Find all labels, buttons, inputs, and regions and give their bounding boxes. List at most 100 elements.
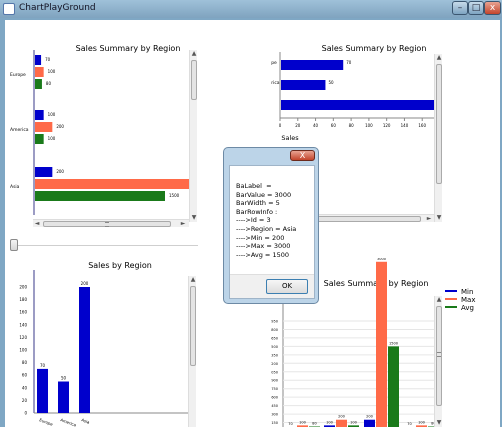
y-tick-label: 600: [271, 396, 278, 400]
data-label: 200: [366, 415, 373, 419]
category-label: Europe: [10, 72, 26, 78]
chart2-vertical-scrollbar[interactable]: ▲ ▼: [434, 54, 442, 222]
y-tick-label: 900: [271, 379, 278, 383]
dialog-body: BaLabel = BarValue = 3000 BarWidth = 5 B…: [229, 165, 315, 299]
bar: [281, 100, 446, 110]
chart1-horizontal-scrollbar[interactable]: ◄ ►: [33, 219, 189, 227]
y-tick-label: 1800: [271, 328, 278, 332]
scroll-down-arrow-icon[interactable]: ▼: [435, 214, 443, 222]
bar: [35, 79, 42, 89]
minimize-button[interactable]: –: [452, 1, 468, 15]
bar: [281, 80, 326, 90]
scroll-right-arrow-icon[interactable]: ►: [179, 220, 187, 228]
legend-label: Max: [461, 296, 475, 304]
bar: [281, 60, 344, 70]
title-bar: ChartPlayGround – □ x: [0, 0, 502, 18]
category-label: America: [10, 127, 29, 133]
data-label: 1500: [389, 341, 398, 345]
y-tick-label: 80: [22, 360, 28, 365]
scroll-up-arrow-icon[interactable]: ▲: [435, 54, 443, 62]
scroll-down-arrow-icon[interactable]: ▼: [190, 214, 198, 222]
bar: [376, 261, 387, 427]
y-tick-label: 1050: [271, 370, 278, 374]
data-label: 80: [312, 421, 316, 425]
data-label: 100: [48, 136, 56, 141]
legend-label: Avg: [461, 304, 474, 312]
zoom-slider-track[interactable]: [15, 245, 198, 247]
data-label: 80: [46, 81, 52, 86]
y-tick-label: 160: [19, 310, 27, 315]
bar: [35, 122, 53, 132]
bar: [364, 419, 375, 427]
y-tick-label: 1650: [271, 336, 278, 340]
category-label: America: [271, 80, 280, 86]
category-label: Asia: [81, 417, 91, 425]
chart1-panel: Sales Summary by RegionMinMaxAvgEurope70…: [5, 20, 198, 230]
scrollbar-thumb[interactable]: [43, 221, 171, 227]
scroll-left-arrow-icon[interactable]: ◄: [33, 220, 41, 228]
window-title: ChartPlayGround: [19, 3, 96, 13]
category-label: America: [60, 417, 78, 427]
x-tick-label: 120: [383, 123, 391, 128]
legend-label: Min: [461, 288, 473, 296]
close-button[interactable]: x: [484, 1, 501, 15]
x-tick-label: 80: [349, 123, 355, 128]
scroll-up-arrow-icon[interactable]: ▲: [190, 50, 198, 58]
y-tick-label: 20: [22, 398, 28, 403]
scroll-down-arrow-icon[interactable]: ▼: [435, 419, 443, 427]
chart3-svg: Sales by Region 0 20 40 60 80 100 120 140 160 180 2…: [19, 261, 189, 427]
y-tick-label: 200: [19, 285, 27, 290]
x-tick-label: 160: [418, 123, 426, 128]
bar: [35, 67, 44, 77]
chart4-vertical-scrollbar[interactable]: ▲ ▼: [434, 296, 442, 427]
y-tick-label: 750: [271, 387, 278, 391]
bar: [35, 55, 42, 65]
data-label: 200: [56, 169, 64, 174]
y-tick-label: 0: [24, 411, 27, 416]
zoom-slider-thumb[interactable]: [10, 239, 18, 251]
ok-button[interactable]: OK: [266, 279, 308, 294]
chart-title: Sales Summary by Region: [76, 44, 181, 53]
bar: [37, 368, 48, 413]
y-tick-label: 180: [19, 297, 27, 302]
x-tick-label: 40: [313, 123, 319, 128]
scrollbar-thumb[interactable]: [191, 60, 197, 100]
data-label: 70: [288, 422, 292, 426]
data-label: 100: [48, 69, 56, 74]
chart3-vertical-scrollbar[interactable]: ▲: [188, 276, 196, 427]
maximize-button[interactable]: □: [468, 1, 484, 15]
chart1-svg: Sales Summary by RegionMinMaxAvgEurope70…: [10, 44, 198, 215]
scroll-up-arrow-icon[interactable]: ▲: [435, 296, 443, 304]
chart-title: Sales Summary by Region: [322, 44, 427, 53]
dialog-close-button[interactable]: X: [290, 150, 315, 161]
scroll-right-arrow-icon[interactable]: ►: [425, 215, 433, 223]
y-tick-label: 150: [271, 421, 278, 425]
data-label: 200: [56, 124, 64, 129]
y-tick-label: 60: [22, 373, 28, 378]
scroll-up-arrow-icon[interactable]: ▲: [189, 276, 197, 284]
data-label: 3000: [377, 258, 386, 261]
chart1-vertical-scrollbar[interactable]: ▲ ▼: [189, 50, 197, 222]
bar: [388, 346, 399, 427]
data-label: 200: [81, 281, 89, 286]
y-tick-label: 450: [271, 404, 278, 408]
data-label: 70: [346, 60, 352, 65]
x-tick-label: 20: [295, 123, 301, 128]
y-tick-label: 40: [22, 385, 28, 390]
y-tick-label: 1500: [271, 345, 278, 349]
category-label: Asia: [10, 184, 20, 190]
y-tick-label: 140: [19, 322, 27, 327]
data-label: 100: [418, 420, 425, 424]
scrollbar-thumb[interactable]: [190, 286, 196, 366]
data-label: 100: [48, 112, 56, 117]
data-label: 200: [338, 415, 345, 419]
y-tick-label: 100: [19, 348, 27, 353]
grip-icon: [437, 352, 441, 357]
scrollbar-thumb[interactable]: [436, 306, 442, 406]
scrollbar-thumb[interactable]: [436, 64, 442, 184]
y-tick-label: 1350: [271, 353, 278, 357]
bar: [35, 167, 53, 177]
category-label: Europe: [271, 60, 277, 66]
data-label: 70: [407, 422, 411, 426]
x-axis-label: Sales: [281, 134, 299, 142]
